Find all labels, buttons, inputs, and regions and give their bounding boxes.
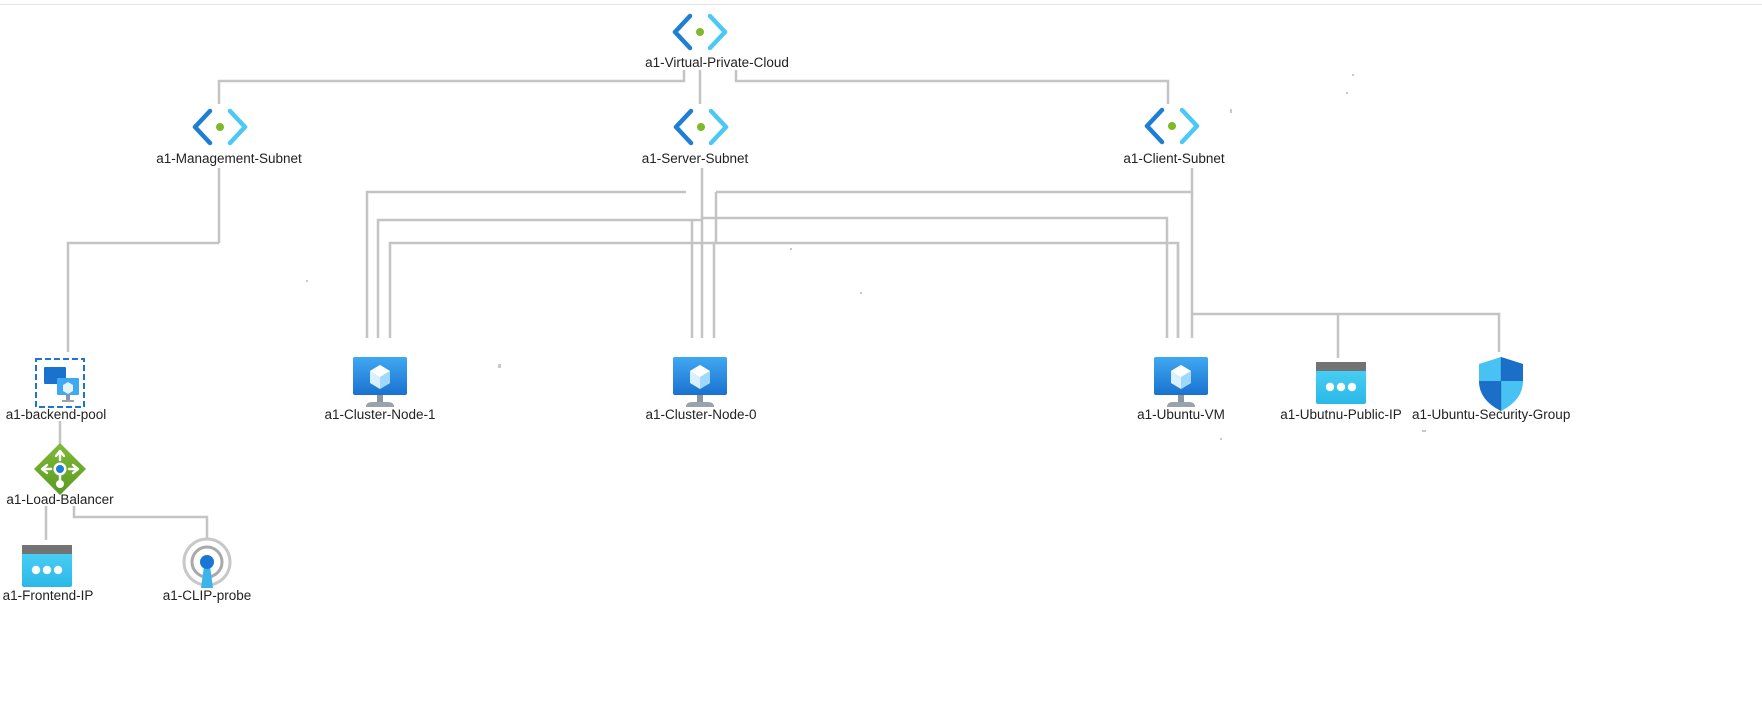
cluster-node-1-node[interactable] bbox=[353, 357, 407, 407]
server-subnet-node[interactable] bbox=[676, 111, 726, 143]
cluster-node-1-label: a1-Cluster-Node-1 bbox=[324, 407, 435, 422]
public-ip-icon bbox=[22, 545, 72, 587]
virtual-machine-icon bbox=[673, 357, 727, 407]
virtual-network-icon bbox=[675, 16, 725, 48]
backend-pool-label: a1-backend-pool bbox=[6, 407, 107, 422]
vnet-label: a1-Virtual-Private-Cloud bbox=[645, 55, 789, 70]
canvas-top-border bbox=[0, 4, 1762, 5]
subnet-icon bbox=[676, 111, 726, 143]
subnet-icon bbox=[1147, 110, 1197, 142]
topology-diagram: a1-Virtual-Private-Cloud a1-Management-S… bbox=[0, 0, 1762, 718]
ubuntu-public-ip-node[interactable] bbox=[1316, 362, 1366, 404]
clip-probe-label: a1-CLIP-probe bbox=[163, 588, 252, 603]
management-subnet-label: a1-Management-Subnet bbox=[156, 151, 302, 166]
health-probe-icon bbox=[182, 537, 232, 590]
connectors bbox=[44, 70, 1501, 540]
ubuntu-security-group-node[interactable] bbox=[1478, 356, 1524, 412]
load-balancer-node[interactable] bbox=[32, 441, 88, 497]
network-security-group-icon bbox=[1478, 356, 1524, 412]
backend-pool-icon bbox=[35, 358, 85, 408]
cluster-node-0-label: a1-Cluster-Node-0 bbox=[645, 407, 756, 422]
clip-probe-node[interactable] bbox=[182, 537, 232, 590]
vnet-node[interactable] bbox=[675, 16, 725, 48]
ubuntu-vm-node[interactable] bbox=[1154, 357, 1208, 407]
ubuntu-security-group-label: a1-Ubuntu-Security-Group bbox=[1412, 407, 1570, 422]
public-ip-icon bbox=[1316, 362, 1366, 404]
ubuntu-public-ip-label: a1-Ubutnu-Public-IP bbox=[1280, 407, 1402, 422]
load-balancer-label: a1-Load-Balancer bbox=[6, 492, 114, 507]
virtual-machine-icon bbox=[353, 357, 407, 407]
cluster-node-0-node[interactable] bbox=[673, 357, 727, 407]
backend-pool-node[interactable] bbox=[35, 358, 85, 408]
load-balancer-icon bbox=[32, 441, 88, 497]
frontend-ip-label: a1-Frontend-IP bbox=[3, 588, 94, 603]
subnet-icon bbox=[195, 111, 245, 143]
diagram-canvas: a1-Virtual-Private-Cloud a1-Management-S… bbox=[3, 0, 1570, 603]
management-subnet-node[interactable] bbox=[195, 111, 245, 143]
virtual-machine-icon bbox=[1154, 357, 1208, 407]
client-subnet-label: a1-Client-Subnet bbox=[1123, 151, 1225, 166]
server-subnet-label: a1-Server-Subnet bbox=[642, 151, 749, 166]
ubuntu-vm-label: a1-Ubuntu-VM bbox=[1137, 407, 1225, 422]
frontend-ip-node[interactable] bbox=[22, 545, 72, 587]
client-subnet-node[interactable] bbox=[1147, 110, 1197, 142]
